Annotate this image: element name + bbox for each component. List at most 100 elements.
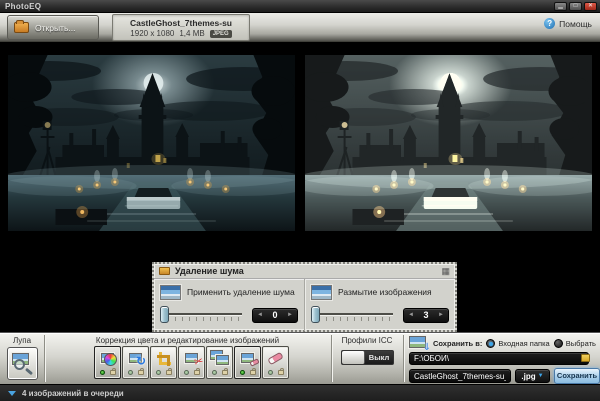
icc-toggle[interactable]: Выкл	[341, 350, 394, 365]
noise-slider-handle[interactable]	[160, 306, 169, 323]
save-button[interactable]: Сохранить	[554, 368, 600, 384]
scissors-icon: ✂	[192, 354, 205, 369]
color-wheel-icon	[104, 353, 117, 366]
status-dot	[211, 370, 217, 375]
noise-section: Применить удаление шума ◄ 0 ►	[154, 279, 304, 331]
lock-icon	[137, 368, 144, 375]
file-format-badge: JPEG	[209, 29, 232, 38]
rotate-icon: ↻	[135, 354, 146, 368]
tools-label: Коррекция цвета и редактирование изображ…	[95, 336, 280, 345]
blur-section: Размытие изображения ◄ 3 ►	[304, 279, 455, 331]
preview-canvas: Удаление шума ▦ Применить удаление шума	[0, 43, 600, 332]
lock-icon	[277, 368, 284, 375]
radio-choose-folder[interactable]: Выбрать	[553, 338, 596, 348]
radio-selected-icon[interactable]	[486, 338, 496, 348]
bottom-toolbar: Лупа Коррекция цвета и редактирование из…	[0, 332, 600, 384]
lock-icon	[165, 368, 172, 375]
increment-icon[interactable]: ►	[438, 312, 444, 318]
noise-label: Применить удаление шума	[187, 287, 295, 297]
noise-slider[interactable]	[160, 305, 244, 325]
blur-spinner[interactable]: ◄ 3 ►	[403, 307, 449, 323]
tool-color-correction-button[interactable]	[94, 346, 121, 379]
status-bar: 4 изображений в очереди	[0, 384, 600, 401]
output-path-input[interactable]	[409, 352, 589, 365]
tool-eraser-button[interactable]	[262, 346, 289, 379]
magnifier-icon	[14, 359, 25, 370]
status-dot	[127, 370, 133, 375]
help-icon: ?	[544, 18, 556, 29]
titlebar: PhotoEQ ▁ □ ✕	[0, 0, 600, 13]
tool-retouch-button[interactable]	[234, 346, 261, 379]
status-dot	[239, 370, 245, 375]
blur-label: Размытие изображения	[338, 287, 432, 297]
format-value: .jpg	[521, 371, 536, 381]
dialog-header[interactable]: Удаление шума ▦	[154, 264, 455, 279]
tool-crop-button[interactable]	[150, 346, 177, 379]
save-to-label: Сохранить в:	[433, 338, 483, 348]
image-preview-processed[interactable]	[305, 55, 592, 231]
close-icon[interactable]: ✕	[584, 2, 597, 11]
image-preview-original[interactable]	[8, 55, 295, 231]
noise-removal-dialog: Удаление шума ▦ Применить удаление шума	[152, 262, 457, 332]
open-button[interactable]: Открыть...	[7, 15, 99, 40]
loupe-button[interactable]	[7, 347, 38, 380]
help-label: Помощь	[559, 18, 592, 29]
icc-label: Профили ICC	[341, 336, 393, 345]
minimize-icon[interactable]: ▁	[554, 2, 567, 11]
lock-icon	[193, 368, 200, 375]
status-dot	[183, 370, 189, 375]
radio-input-folder[interactable]: Входная папка	[486, 338, 550, 348]
status-dot	[267, 370, 273, 375]
noise-spinner[interactable]: ◄ 0 ►	[252, 307, 298, 323]
blur-slider-handle[interactable]	[311, 306, 320, 323]
status-dot	[155, 370, 161, 375]
folder-icon	[14, 20, 29, 33]
blur-thumb-icon	[311, 284, 332, 300]
save-section: ⇓ Сохранить в: Входная папка Выбрать .jp…	[403, 333, 600, 385]
decrement-icon[interactable]: ◄	[257, 312, 263, 318]
file-info-panel: CastleGhost_7themes-su 1920 x 1080 1,4 M…	[112, 14, 250, 41]
file-dimensions: 1920 x 1080	[130, 29, 175, 38]
dialog-title: Удаление шума	[175, 266, 244, 276]
format-dropdown[interactable]: .jpg ▼	[515, 369, 550, 383]
tool-compare-button[interactable]	[206, 346, 233, 379]
decrement-icon[interactable]: ◄	[408, 312, 414, 318]
blur-slider[interactable]	[311, 305, 395, 325]
dock-icon[interactable]: ▦	[441, 266, 450, 276]
lock-icon	[249, 368, 256, 375]
dialog-icon	[159, 267, 170, 275]
icc-state: Выкл	[368, 353, 390, 362]
queue-triangle-icon[interactable]	[8, 390, 16, 396]
loupe-label: Лупа	[12, 336, 32, 345]
radio-icon[interactable]	[553, 338, 563, 348]
eraser-icon	[267, 351, 284, 365]
lock-icon	[109, 368, 116, 375]
increment-icon[interactable]: ►	[287, 312, 293, 318]
lock-icon	[221, 368, 228, 375]
chevron-down-icon: ▼	[537, 373, 544, 379]
file-name: CastleGhost_7themes-su	[129, 18, 233, 28]
toggle-knob[interactable]	[342, 351, 365, 364]
icc-section: Профили ICC Выкл	[331, 333, 403, 385]
crop-icon	[156, 351, 171, 366]
queue-text: 4 изображений в очереди	[22, 388, 124, 398]
open-button-label: Открыть...	[35, 22, 76, 33]
photo-icon	[216, 355, 229, 365]
tools-section: Коррекция цвета и редактирование изображ…	[44, 333, 331, 385]
photoeq-window: PhotoEQ ▁ □ ✕ Открыть... CastleGhost_7th…	[0, 0, 600, 401]
top-toolbar: Открыть... CastleGhost_7themes-su 1920 x…	[0, 13, 600, 43]
file-size: 1,4 MB	[179, 29, 205, 38]
save-to-icon: ⇓	[409, 336, 431, 353]
tool-resize-button[interactable]: ✂	[178, 346, 205, 379]
browse-folder-icon[interactable]	[581, 354, 590, 362]
noise-thumb-icon	[160, 284, 181, 300]
filename-input[interactable]	[409, 369, 511, 383]
noise-value: 0	[272, 310, 278, 320]
maximize-icon[interactable]: □	[569, 2, 582, 11]
help-button[interactable]: ? Помощь	[544, 18, 592, 29]
status-dot	[99, 370, 105, 375]
tool-rotate-button[interactable]: ↻	[122, 346, 149, 379]
loupe-section: Лупа	[0, 333, 44, 385]
blur-value: 3	[423, 310, 429, 320]
app-title: PhotoEQ	[5, 2, 42, 11]
